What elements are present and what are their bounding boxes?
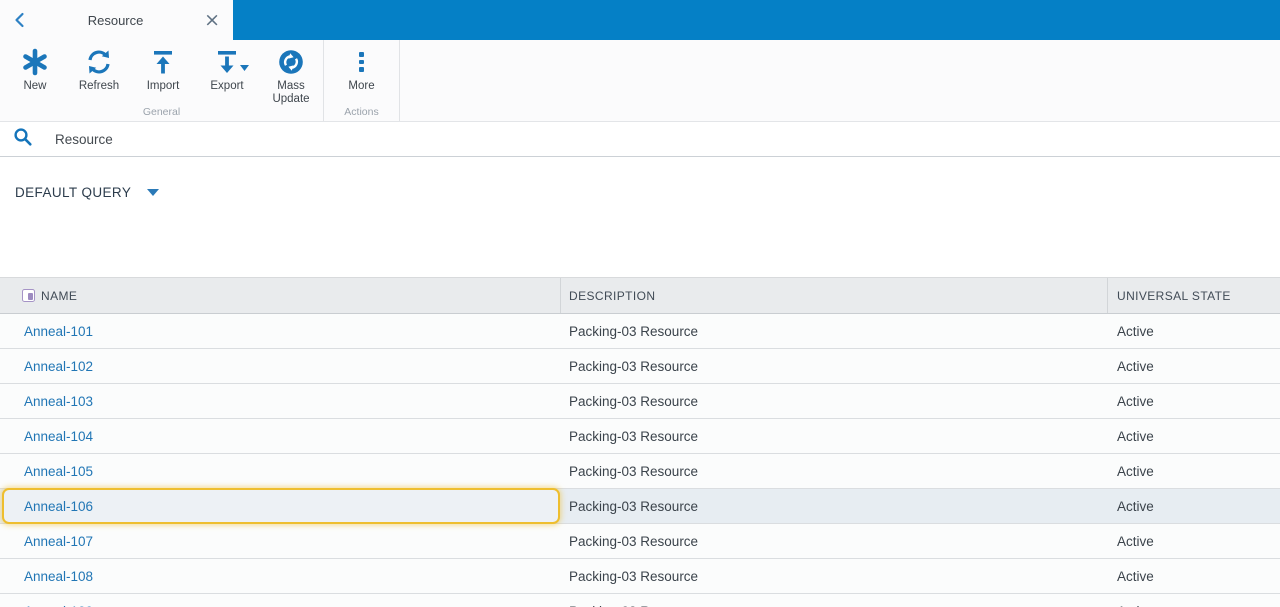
table-row[interactable]: Anneal-103 Packing-03 Resource Active xyxy=(0,384,1280,419)
resource-description-cell: Packing-03 Resource xyxy=(569,498,699,514)
chevron-down-icon xyxy=(147,189,160,196)
resource-description-cell: Packing-03 Resource xyxy=(569,463,699,479)
resource-name-link[interactable]: Anneal-107 xyxy=(24,534,93,549)
resource-name-link[interactable]: Anneal-108 xyxy=(24,569,93,584)
tab-resource[interactable]: Resource × xyxy=(0,0,233,40)
universal-state-cell: Active xyxy=(1117,568,1154,584)
tab-title: Resource xyxy=(87,12,144,28)
table-row[interactable]: Anneal-108 Packing-03 Resource Active xyxy=(0,559,1280,594)
resource-description-cell: Packing-03 Resource xyxy=(569,568,699,584)
toolbar-group-general: New Refresh Import Export Mass Update Ge… xyxy=(0,40,324,121)
table-row[interactable]: Anneal-101 Packing-03 Resource Active xyxy=(0,314,1280,349)
resource-name-link[interactable]: Anneal-104 xyxy=(24,429,93,444)
toolbar-group-label-general: General xyxy=(142,106,181,118)
resource-name-link[interactable]: Anneal-101 xyxy=(24,324,93,339)
universal-state-cell: Active xyxy=(1117,533,1154,549)
universal-state-cell: Active xyxy=(1117,358,1154,374)
search-icon xyxy=(13,127,33,152)
resource-name-cell: Anneal-107 xyxy=(0,524,561,558)
toolbar: New Refresh Import Export Mass Update Ge… xyxy=(0,40,1280,122)
resource-description-cell: Packing-03 Resource xyxy=(569,393,699,409)
top-bar: Resource × xyxy=(0,0,1280,40)
toolbar-group-actions: More Actions xyxy=(324,40,400,121)
new-icon xyxy=(21,47,49,77)
table-header-row: NAME DESCRIPTION UNIVERSAL STATE xyxy=(0,277,1280,314)
refresh-button[interactable]: Refresh xyxy=(67,47,131,93)
table-row[interactable]: Anneal-106 Packing-03 Resource Active xyxy=(0,488,1280,524)
table-row[interactable]: Anneal-105 Packing-03 Resource Active xyxy=(0,454,1280,489)
import-icon xyxy=(149,47,177,77)
query-selector[interactable]: DEFAULT QUERY xyxy=(15,185,160,200)
new-button[interactable]: New xyxy=(3,47,67,93)
close-icon[interactable]: × xyxy=(201,10,223,30)
mass-update-button-label: Mass Update xyxy=(272,80,310,106)
resource-name-link[interactable]: Anneal-109 xyxy=(24,604,93,607)
refresh-icon xyxy=(85,47,113,77)
resource-description-cell: Packing-03 Resource xyxy=(569,323,699,339)
table-row[interactable]: Anneal-107 Packing-03 Resource Active xyxy=(0,524,1280,559)
resource-table: NAME DESCRIPTION UNIVERSAL STATE Anneal-… xyxy=(0,277,1280,607)
export-dropdown-caret-icon[interactable] xyxy=(240,58,249,76)
universal-state-cell: Active xyxy=(1117,498,1154,514)
mass-update-button[interactable]: Mass Update xyxy=(259,47,323,106)
resource-name-cell: Anneal-101 xyxy=(0,314,561,348)
resource-name-link[interactable]: Anneal-105 xyxy=(24,464,93,479)
resource-description-cell: Packing-03 Resource xyxy=(569,533,699,549)
resource-name-cell: Anneal-109 xyxy=(0,594,561,607)
resource-name-cell: Anneal-102 xyxy=(0,349,561,383)
more-button[interactable]: More xyxy=(326,47,398,93)
column-header-name-label: NAME xyxy=(41,288,78,303)
resource-description-cell: Packing-03 Resource xyxy=(561,594,1108,607)
export-button[interactable]: Export xyxy=(195,47,259,93)
universal-state-cell: Active xyxy=(1117,393,1154,409)
universal-state-cell: Active xyxy=(1108,594,1280,607)
search-bar[interactable]: Resource xyxy=(0,122,1280,157)
query-selector-label: DEFAULT QUERY xyxy=(15,185,132,200)
import-button-label: Import xyxy=(146,80,180,92)
table-row[interactable]: Anneal-109 Packing-03 Resource Active xyxy=(0,594,1280,607)
back-chevron-icon[interactable] xyxy=(10,10,30,30)
resource-name-link[interactable]: Anneal-106 xyxy=(24,499,93,514)
refresh-button-label: Refresh xyxy=(78,80,120,92)
universal-state-cell: Active xyxy=(1117,463,1154,479)
column-header-name[interactable]: NAME xyxy=(0,278,561,313)
resource-name-link[interactable]: Anneal-103 xyxy=(24,394,93,409)
table-body: Anneal-101 Packing-03 Resource Active An… xyxy=(0,314,1280,607)
column-header-description[interactable]: DESCRIPTION xyxy=(561,278,1108,313)
more-button-label: More xyxy=(348,80,375,92)
toolbar-group-label-actions: Actions xyxy=(344,106,379,118)
import-button[interactable]: Import xyxy=(131,47,195,93)
resource-name-cell: Anneal-105 xyxy=(0,454,561,488)
resource-description-cell: Packing-03 Resource xyxy=(569,358,699,374)
more-ellipsis-icon xyxy=(359,47,364,77)
resource-name-cell: Anneal-103 xyxy=(0,384,561,418)
table-row[interactable]: Anneal-102 Packing-03 Resource Active xyxy=(0,349,1280,384)
resource-description-cell: Packing-03 Resource xyxy=(569,428,699,444)
resource-name-link[interactable]: Anneal-102 xyxy=(24,359,93,374)
resource-name-cell: Anneal-108 xyxy=(0,559,561,593)
table-row[interactable]: Anneal-104 Packing-03 Resource Active xyxy=(0,419,1280,454)
search-input-value[interactable]: Resource xyxy=(55,132,113,147)
mass-update-icon xyxy=(277,47,305,77)
new-button-label: New xyxy=(23,80,47,92)
resource-name-cell: Anneal-104 xyxy=(0,419,561,453)
universal-state-cell: Active xyxy=(1117,428,1154,444)
universal-state-cell: Active xyxy=(1117,323,1154,339)
column-header-universal-state[interactable]: UNIVERSAL STATE xyxy=(1108,278,1280,313)
export-button-label: Export xyxy=(210,80,244,92)
resource-name-cell: Anneal-106 xyxy=(0,488,561,524)
export-icon xyxy=(213,47,249,77)
key-column-icon xyxy=(22,289,35,302)
app-window: Resource × New Refresh Import Export Mas… xyxy=(0,0,1280,607)
